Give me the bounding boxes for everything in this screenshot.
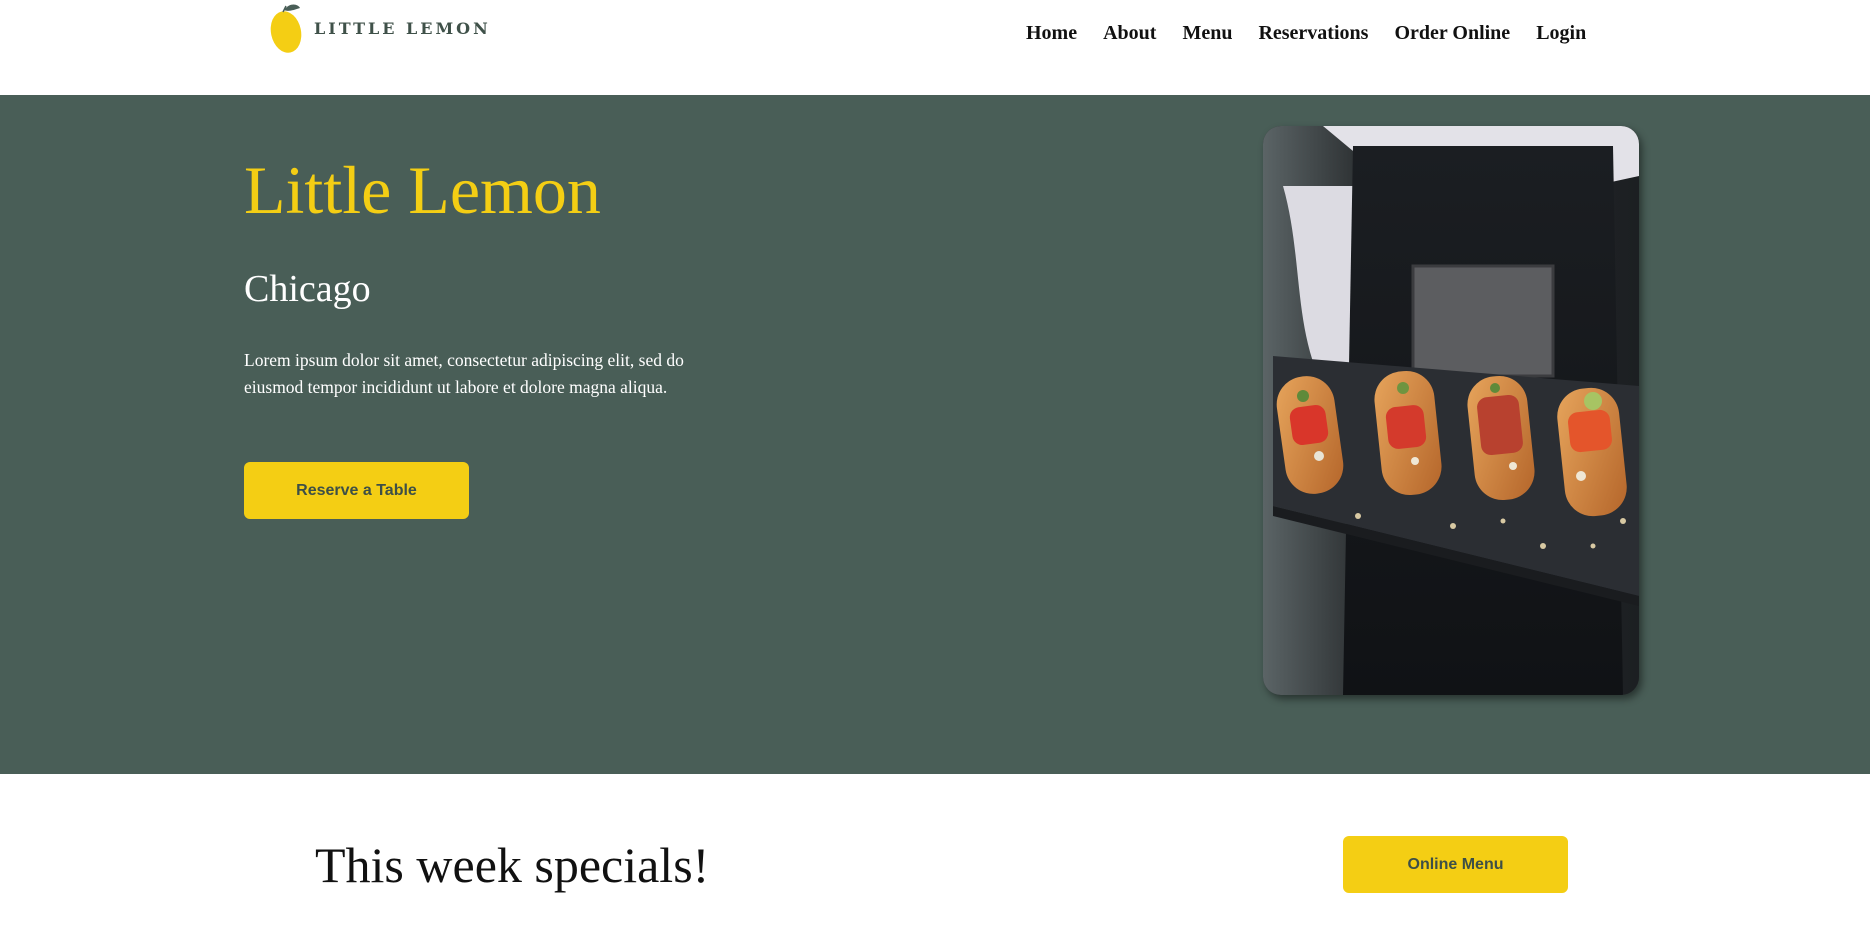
- lemon-logo-icon: [270, 4, 302, 53]
- nav-login[interactable]: Login: [1536, 18, 1586, 48]
- restaurant-food-image: [1263, 126, 1639, 695]
- online-menu-button[interactable]: Online Menu: [1343, 836, 1568, 893]
- site-header: LITTLE LEMON Home About Menu Reservation…: [0, 0, 1870, 95]
- specials-title: This week specials!: [315, 837, 710, 893]
- nav-menu[interactable]: Menu: [1182, 18, 1232, 48]
- nav-about[interactable]: About: [1103, 18, 1156, 48]
- main-nav: Home About Menu Reservations Order Onlin…: [1026, 18, 1612, 48]
- reserve-table-button[interactable]: Reserve a Table: [244, 462, 469, 519]
- hero-title: Little Lemon: [244, 152, 601, 228]
- nav-order-online[interactable]: Order Online: [1394, 18, 1510, 48]
- hero-section: Little Lemon Chicago Lorem ipsum dolor s…: [0, 95, 1870, 774]
- nav-home[interactable]: Home: [1026, 18, 1077, 48]
- logo[interactable]: LITTLE LEMON: [268, 0, 491, 56]
- nav-reservations[interactable]: Reservations: [1258, 18, 1368, 48]
- hero-subtitle: Chicago: [244, 268, 371, 310]
- hero-image: [1263, 126, 1639, 695]
- logo-text: LITTLE LEMON: [314, 18, 491, 38]
- hero-description: Lorem ipsum dolor sit amet, consectetur …: [244, 350, 684, 397]
